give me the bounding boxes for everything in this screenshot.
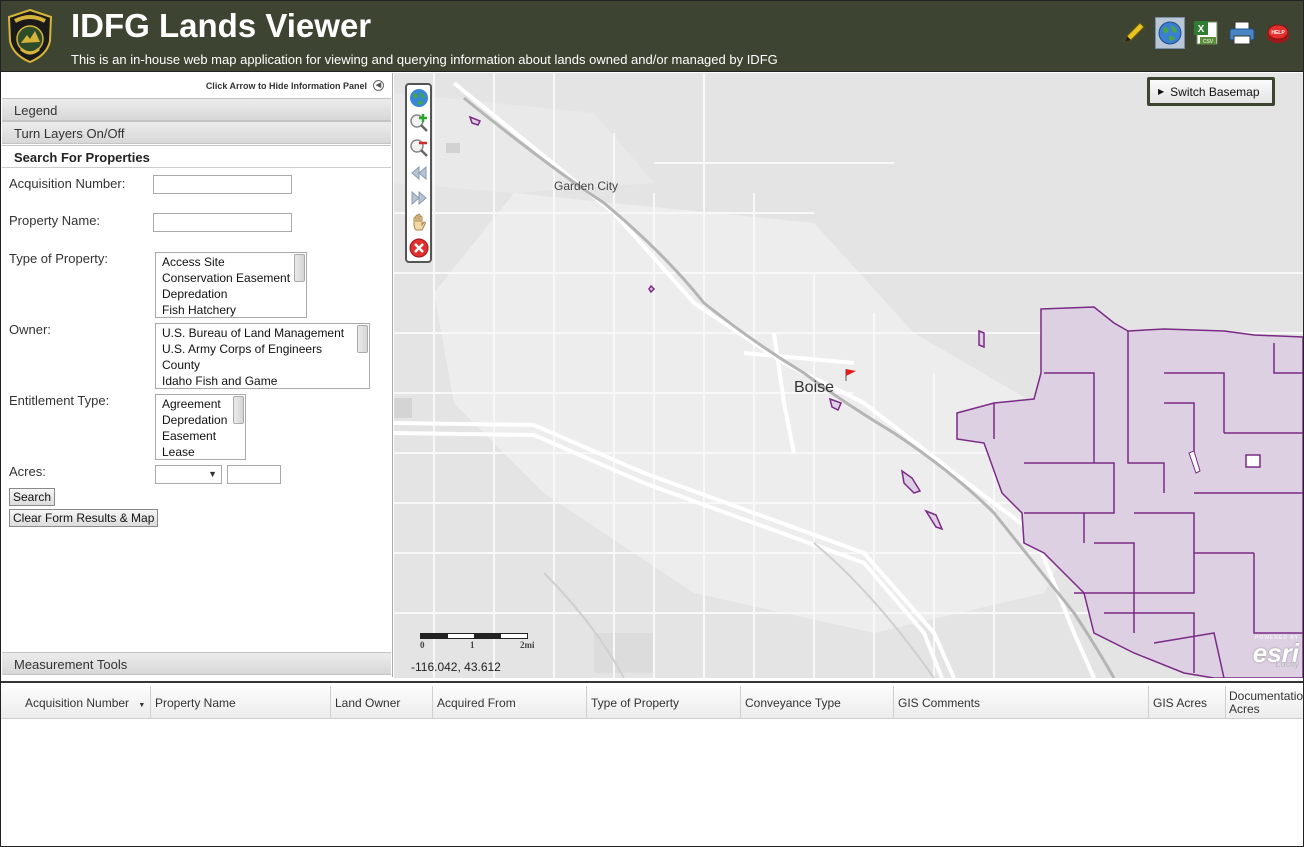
csv-export-icon[interactable]: X CSV <box>1191 17 1221 49</box>
column-label: Acquisition Number <box>25 696 130 710</box>
list-item[interactable]: County <box>162 357 369 373</box>
previous-extent-icon[interactable] <box>408 162 430 184</box>
next-extent-icon[interactable] <box>408 187 430 209</box>
column-property-name[interactable]: Property Name <box>150 686 331 719</box>
legend-section-header[interactable]: Legend <box>2 98 391 121</box>
scrollbar-thumb[interactable] <box>357 325 368 353</box>
layers-section-header[interactable]: Turn Layers On/Off <box>2 121 391 144</box>
scale-label-1: 1 <box>470 640 475 650</box>
svg-text:X: X <box>1198 24 1205 35</box>
app-subtitle: This is an in-house web map application … <box>71 52 778 67</box>
scrollbar-thumb[interactable] <box>233 396 244 424</box>
collapse-arrow-icon[interactable]: ◀ <box>373 80 384 91</box>
scale-label-2: 2mi <box>520 640 535 650</box>
list-item[interactable]: Access Site <box>162 254 306 270</box>
measurement-tools-header[interactable]: Measurement Tools <box>2 652 391 675</box>
chevron-down-icon: ▼ <box>208 469 217 479</box>
list-item[interactable]: Conservation Easement <box>162 270 306 286</box>
help-icon[interactable]: HELP <box>1263 17 1293 49</box>
clear-graphics-icon[interactable] <box>408 237 430 259</box>
header-toolbar: X CSV HELP <box>1119 17 1293 49</box>
app-title: IDFG Lands Viewer <box>71 7 372 44</box>
property-name-input[interactable] <box>153 213 292 232</box>
help-label: HELP <box>1271 30 1285 36</box>
map-navigation-toolbar <box>405 83 432 263</box>
scale-ticks: 0 1 2mi <box>420 639 535 651</box>
hide-panel-hint-text: Click Arrow to Hide Information Panel <box>205 80 367 91</box>
list-item[interactable]: Lease <box>162 444 245 459</box>
acquisition-number-input[interactable] <box>153 175 292 194</box>
switch-basemap-inner[interactable]: ▶ Switch Basemap <box>1150 80 1272 103</box>
scale-bar: 0 1 2mi <box>420 633 535 651</box>
pencil-icon[interactable] <box>1119 17 1149 49</box>
acres-operator-select[interactable]: ▼ <box>155 465 222 484</box>
column-acquisition-number[interactable]: Acquisition Number ▼ <box>21 686 151 719</box>
list-item[interactable]: Fish Hatchery <box>162 302 306 317</box>
column-gis-acres[interactable]: GIS Acres <box>1148 686 1226 719</box>
coordinate-readout: -116.042, 43.612 <box>411 660 501 674</box>
column-acquired-from[interactable]: Acquired From <box>432 686 587 719</box>
attribute-table: Acquisition Number ▼ Property Name Land … <box>1 681 1304 846</box>
clear-form-button[interactable]: Clear Form Results & Map <box>9 509 159 527</box>
switch-basemap-button[interactable]: ▶ Switch Basemap <box>1147 77 1275 106</box>
pan-hand-icon[interactable] <box>408 212 430 234</box>
column-documentation-acres[interactable]: Documentation Acres <box>1225 686 1304 719</box>
list-item[interactable]: Depredation <box>162 286 306 302</box>
entitlement-type-label: Entitlement Type: <box>9 393 110 408</box>
search-button[interactable]: Search <box>9 488 56 506</box>
switch-basemap-label: Switch Basemap <box>1170 84 1260 99</box>
acres-label: Acres: <box>9 464 46 479</box>
column-type-of-property[interactable]: Type of Property <box>586 686 741 719</box>
place-label-garden-city: Garden City <box>554 179 619 193</box>
place-label-boise: Boise <box>794 379 835 396</box>
csv-label: CSV <box>1203 39 1214 45</box>
acquisition-number-label: Acquisition Number: <box>9 176 126 191</box>
zoom-out-icon[interactable] <box>408 137 430 159</box>
app-header: IDFG Lands Viewer This is an in-house we… <box>1 1 1303 72</box>
zoom-in-icon[interactable] <box>408 112 430 134</box>
list-item[interactable]: U.S. Army Corps of Engineers <box>162 341 369 357</box>
caret-right-icon: ▶ <box>1158 87 1165 96</box>
scale-label-0: 0 <box>420 640 425 650</box>
full-extent-globe-icon[interactable] <box>408 87 430 109</box>
globe-icon[interactable] <box>1155 17 1185 49</box>
entitlement-type-listbox[interactable]: Agreement Depredation Easement Lease <box>155 394 246 460</box>
column-land-owner[interactable]: Land Owner <box>330 686 433 719</box>
basemap-layer <box>394 73 1303 678</box>
map-view[interactable]: ▶ Switch Basemap Garden City Boise 0 1 2… <box>394 73 1303 678</box>
search-section-header[interactable]: Search For Properties <box>2 145 391 168</box>
information-panel: Click Arrow to Hide Information Panel ◀ … <box>1 73 393 677</box>
esri-logo: POWERED BY esri Lucity <box>1253 635 1299 669</box>
table-header-row: Acquisition Number ▼ Property Name Land … <box>1 686 1304 719</box>
hide-panel-hint: Click Arrow to Hide Information Panel ◀ <box>206 80 384 91</box>
type-of-property-label: Type of Property: <box>9 251 108 266</box>
idfg-logo <box>7 8 53 64</box>
scrollbar-thumb[interactable] <box>294 254 305 282</box>
list-item[interactable]: Easement <box>162 428 245 444</box>
list-item[interactable]: Idaho Fish and Game <box>162 373 369 388</box>
printer-icon[interactable] <box>1227 17 1257 49</box>
type-of-property-listbox[interactable]: Access Site Conservation Easement Depred… <box>155 252 307 318</box>
column-conveyance-type[interactable]: Conveyance Type <box>740 686 894 719</box>
list-item[interactable]: U.S. Bureau of Land Management <box>162 325 369 341</box>
owner-listbox[interactable]: U.S. Bureau of Land Management U.S. Army… <box>155 323 370 389</box>
sort-desc-icon: ▼ <box>138 702 146 709</box>
acres-value-input[interactable] <box>227 465 281 484</box>
column-gis-comments[interactable]: GIS Comments <box>893 686 1149 719</box>
property-name-label: Property Name: <box>9 213 101 228</box>
owner-label: Owner: <box>9 322 51 337</box>
